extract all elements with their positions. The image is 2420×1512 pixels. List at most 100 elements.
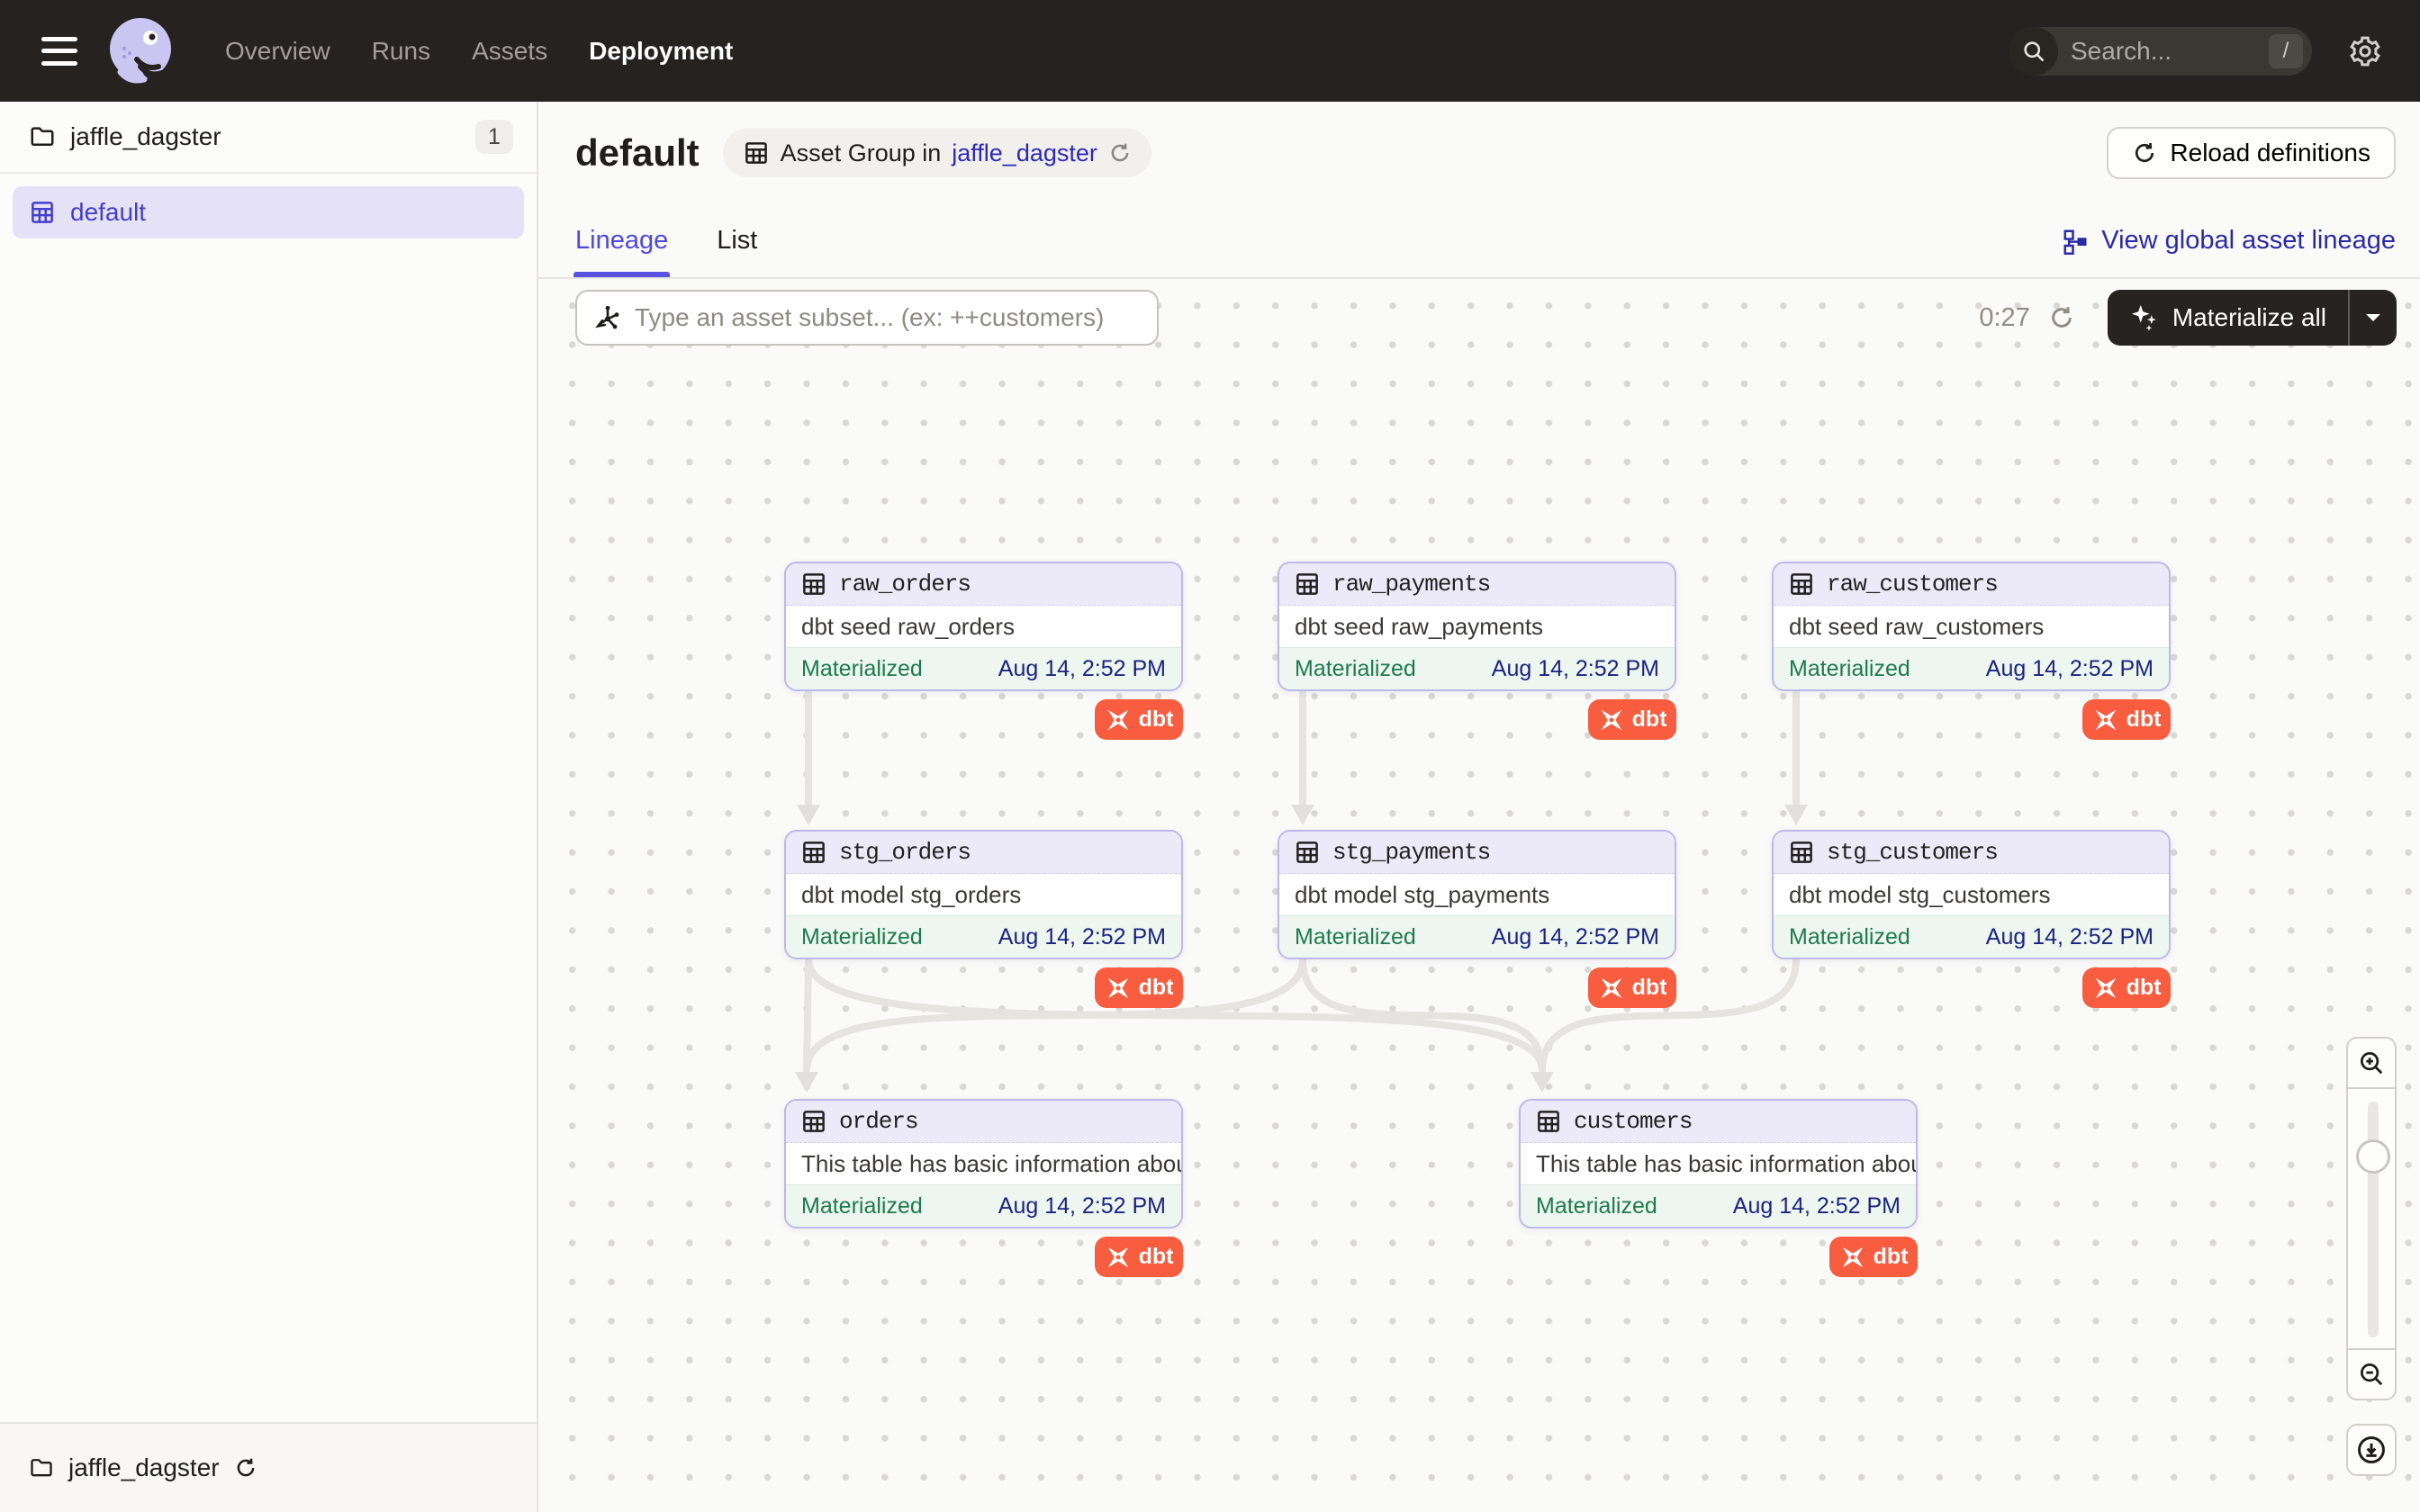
nav-runs[interactable]: Runs [372, 37, 430, 66]
materialization-timestamp[interactable]: Aug 14, 2:52 PM [998, 1193, 1166, 1220]
nav-overview[interactable]: Overview [225, 37, 330, 66]
table-icon [1535, 1108, 1562, 1135]
asset-description: This table has basic information about .… [786, 1143, 1181, 1184]
dbt-compute-kind-badge: dbt [2082, 699, 2171, 740]
search-shortcut-key: / [2269, 34, 2303, 68]
asset-node-raw-payments[interactable]: raw_payments dbt seed raw_payments Mater… [1278, 562, 1676, 691]
asset-node-orders[interactable]: orders This table has basic information … [784, 1099, 1183, 1228]
materialization-timestamp[interactable]: Aug 14, 2:52 PM [1986, 924, 2154, 950]
materialization-timestamp[interactable]: Aug 14, 2:52 PM [1492, 656, 1659, 682]
table-icon [800, 839, 827, 866]
primary-nav: Overview Runs Assets Deployment [225, 37, 733, 66]
asset-node-customers[interactable]: customers This table has basic informati… [1519, 1099, 1918, 1228]
nav-deployment[interactable]: Deployment [589, 37, 733, 66]
view-global-asset-lineage-link[interactable]: View global asset lineage [2062, 226, 2396, 256]
search-icon [2009, 27, 2058, 76]
gear-icon[interactable] [2348, 34, 2382, 68]
footer-repo-name: jaffle_dagster [68, 1454, 220, 1482]
page-title: default [575, 131, 700, 175]
reload-icon [2132, 140, 2157, 166]
status-badge: Materialized [801, 656, 923, 682]
dbt-badge-label: dbt [1139, 1244, 1174, 1270]
zoom-slider-handle[interactable] [2356, 1139, 2390, 1174]
materialize-all-button[interactable]: Materialize all [2108, 290, 2397, 346]
zoom-in-button[interactable] [2346, 1037, 2397, 1089]
asset-group-icon [743, 140, 770, 166]
materialization-timestamp[interactable]: Aug 14, 2:52 PM [1986, 656, 2154, 682]
asset-name: stg_payments [1332, 839, 1490, 866]
dbt-badge-label: dbt [1874, 1244, 1909, 1270]
lineage-graph-canvas[interactable]: 0:27 Materialize all raw_orders dbt seed [538, 279, 2420, 1512]
materialization-timestamp[interactable]: Aug 14, 2:52 PM [1492, 924, 1659, 950]
refresh-graph-icon[interactable] [2048, 304, 2075, 331]
status-badge: Materialized [1789, 656, 1910, 682]
asset-description: dbt model stg_payments [1279, 874, 1675, 915]
tab-lineage[interactable]: Lineage [575, 226, 668, 277]
asset-node-stg-payments[interactable]: stg_payments dbt model stg_payments Mate… [1278, 830, 1676, 959]
dbt-compute-kind-badge: dbt [1095, 1237, 1183, 1277]
asset-description: dbt model stg_customers [1774, 874, 2169, 915]
asset-group-repo-link[interactable]: jaffle_dagster [952, 140, 1097, 167]
reload-repo-icon[interactable] [234, 1456, 257, 1480]
asset-node-stg-customers[interactable]: stg_customers dbt model stg_customers Ma… [1772, 830, 2171, 959]
table-icon [800, 1108, 827, 1135]
materialization-timestamp[interactable]: Aug 14, 2:52 PM [998, 656, 1166, 682]
table-icon [1788, 571, 1815, 598]
table-icon [1788, 839, 1815, 866]
asset-group-header: default Asset Group in jaffle_dagster Re… [538, 102, 2420, 279]
op-selector-icon [593, 303, 622, 332]
tab-list[interactable]: List [717, 226, 757, 277]
asset-description: This table has basic information about .… [1521, 1143, 1916, 1184]
dbt-compute-kind-badge: dbt [1588, 699, 1676, 740]
top-navigation-bar: Overview Runs Assets Deployment / [0, 0, 2420, 102]
asset-name: raw_customers [1827, 571, 1998, 598]
zoom-slider-track[interactable] [2368, 1102, 2379, 1337]
dagster-logo-icon[interactable] [103, 13, 180, 90]
folder-icon [29, 1455, 54, 1480]
sparkle-icon [2129, 302, 2160, 333]
dbt-badge-label: dbt [1632, 706, 1667, 733]
table-icon [1294, 571, 1321, 598]
download-graph-button[interactable] [2346, 1424, 2397, 1476]
zoom-out-icon [2358, 1361, 2385, 1388]
zoom-out-button[interactable] [2346, 1348, 2397, 1400]
materialize-all-label: Materialize all [2172, 303, 2326, 332]
status-badge: Materialized [1789, 924, 1910, 950]
table-icon [1294, 839, 1321, 866]
dbt-compute-kind-badge: dbt [2082, 968, 2171, 1008]
asset-node-raw-customers[interactable]: raw_customers dbt seed raw_customers Mat… [1772, 562, 2171, 691]
repo-name: jaffle_dagster [70, 122, 475, 151]
asset-node-stg-orders[interactable]: stg_orders dbt model stg_orders Material… [784, 830, 1183, 959]
dbt-compute-kind-badge: dbt [1095, 699, 1183, 740]
asset-name: raw_payments [1332, 571, 1490, 598]
lineage-graph-icon [2062, 228, 2089, 255]
zoom-slider[interactable] [2346, 1087, 2397, 1350]
menu-icon[interactable] [41, 37, 77, 66]
status-badge: Materialized [1536, 1193, 1657, 1220]
materialize-options-caret[interactable] [2350, 290, 2397, 346]
refresh-icon[interactable] [1108, 141, 1132, 165]
reload-definitions-button[interactable]: Reload definitions [2107, 127, 2396, 179]
sidebar-repo-row[interactable]: jaffle_dagster 1 [0, 102, 537, 174]
dbt-compute-kind-badge: dbt [1829, 1237, 1918, 1277]
asset-description: dbt model stg_orders [786, 874, 1181, 915]
status-badge: Materialized [801, 1193, 923, 1220]
asset-group-label: default [70, 198, 146, 227]
view-tabs: Lineage List [575, 226, 757, 277]
asset-name: stg_orders [839, 839, 971, 866]
reload-definitions-label: Reload definitions [2170, 139, 2370, 167]
sidebar-item-default-group[interactable]: default [13, 186, 524, 238]
search-input[interactable] [2058, 37, 2269, 66]
status-badge: Materialized [1295, 924, 1416, 950]
global-search[interactable]: / [2009, 27, 2312, 76]
asset-description: dbt seed raw_orders [786, 606, 1181, 647]
view-global-asset-lineage-label: View global asset lineage [2101, 226, 2396, 256]
materialization-timestamp[interactable]: Aug 14, 2:52 PM [998, 924, 1166, 950]
asset-node-raw-orders[interactable]: raw_orders dbt seed raw_orders Materiali… [784, 562, 1183, 691]
nav-assets[interactable]: Assets [472, 37, 547, 66]
asset-subset-input[interactable] [635, 303, 1141, 332]
asset-group-tag-prefix: Asset Group in [781, 140, 942, 167]
dbt-compute-kind-badge: dbt [1588, 968, 1676, 1008]
asset-subset-filter[interactable] [575, 290, 1159, 346]
materialization-timestamp[interactable]: Aug 14, 2:52 PM [1733, 1193, 1901, 1220]
